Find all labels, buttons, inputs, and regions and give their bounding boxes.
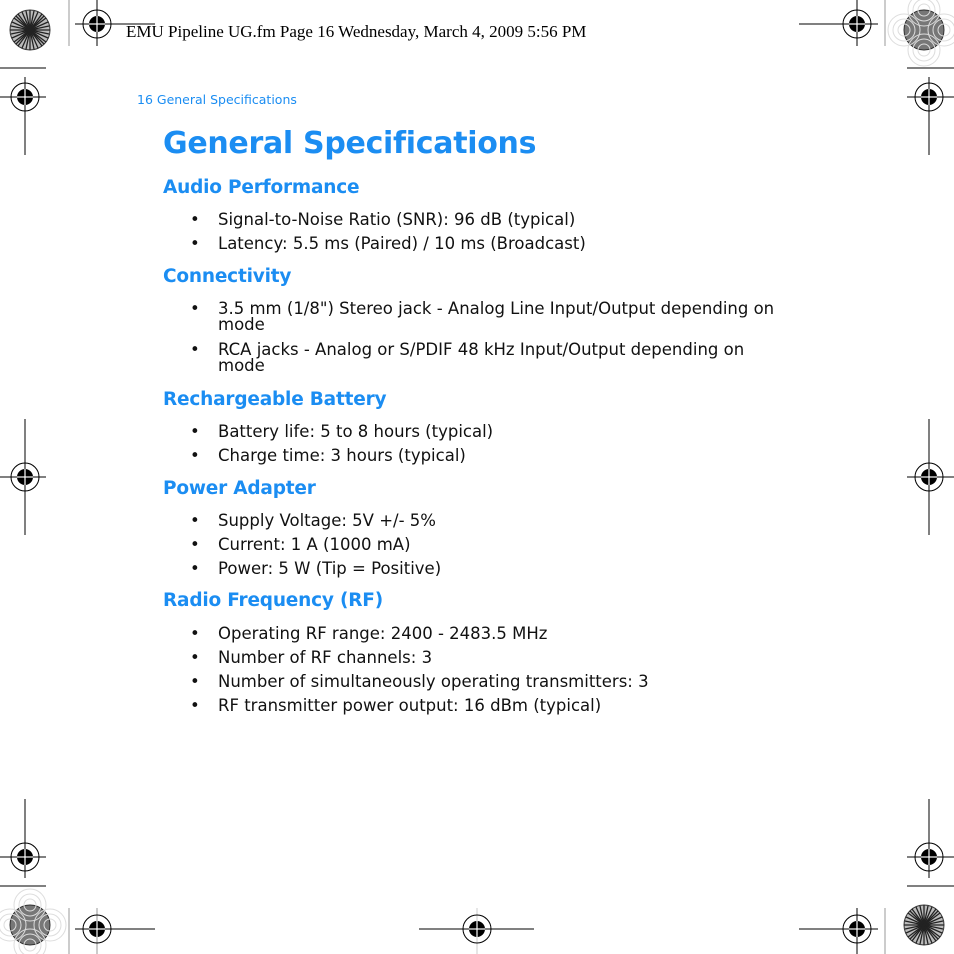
bullet-icon: • (190, 422, 200, 441)
list-item: • Number of RF channels: 3 (190, 648, 790, 667)
list-item: • RF transmitter power output: 16 dBm (t… (190, 696, 790, 715)
list-item: • Operating RF range: 2400 - 2483.5 MHz (190, 624, 790, 643)
list-item-text: Current: 1 A (1000 mA) (218, 535, 411, 554)
section-heading-audio-performance: Audio Performance (163, 177, 360, 198)
list-item: • RCA jacks - Analog or S/PDIF 48 kHz In… (190, 340, 790, 375)
list-item-text: Operating RF range: 2400 - 2483.5 MHz (218, 624, 548, 643)
moire-target-icon (0, 888, 67, 954)
list-item: • Power: 5 W (Tip = Positive) (190, 559, 790, 578)
print-slug: EMU Pipeline UG.fm Page 16 Wednesday, Ma… (126, 22, 587, 41)
list-item-text: RF transmitter power output: 16 dBm (typ… (218, 696, 602, 715)
bullet-icon: • (190, 446, 200, 465)
list-item-text: Power: 5 W (Tip = Positive) (218, 559, 442, 578)
bullet-icon: • (190, 210, 200, 229)
list-item: • Supply Voltage: 5V +/- 5% (190, 511, 790, 530)
bullet-icon: • (190, 696, 200, 715)
bullet-icon: • (190, 672, 200, 691)
list-item-text: 3.5 mm (1/8") Stereo jack - Analog Line … (218, 299, 775, 334)
star-target-icon (9, 9, 51, 51)
list-item-text: Number of simultaneously operating trans… (218, 672, 649, 691)
bullet-icon: • (190, 234, 200, 253)
bullet-icon: • (190, 535, 200, 554)
list-item-text: RCA jacks - Analog or S/PDIF 48 kHz Inpu… (218, 340, 745, 375)
list-item-text: Supply Voltage: 5V +/- 5% (218, 511, 436, 530)
bullet-icon: • (190, 648, 200, 667)
moire-target-icon (887, 0, 954, 67)
section-heading-connectivity: Connectivity (163, 266, 292, 287)
list-item-text: Battery life: 5 to 8 hours (typical) (218, 422, 494, 441)
list-item-text: Charge time: 3 hours (typical) (218, 446, 466, 465)
list-item: • Signal-to-Noise Ratio (SNR): 96 dB (ty… (190, 210, 790, 229)
list-item: • Battery life: 5 to 8 hours (typical) (190, 422, 790, 441)
list-item: • Current: 1 A (1000 mA) (190, 535, 790, 554)
page-title: General Specifications (163, 126, 537, 161)
section-heading-power-adapter: Power Adapter (163, 478, 316, 499)
list-item: • 3.5 mm (1/8") Stereo jack - Analog Lin… (190, 299, 790, 334)
list-item: • Latency: 5.5 ms (Paired) / 10 ms (Broa… (190, 234, 790, 253)
bullet-icon: • (190, 559, 200, 578)
running-header: 16 General Specifications (137, 92, 297, 107)
section-heading-rechargeable-battery: Rechargeable Battery (163, 389, 387, 410)
list-item-text: Latency: 5.5 ms (Paired) / 10 ms (Broadc… (218, 234, 586, 253)
section-heading-radio-frequency: Radio Frequency (RF) (163, 590, 383, 611)
list-item: • Number of simultaneously operating tra… (190, 672, 790, 691)
bullet-icon: • (190, 511, 200, 530)
list-item: • Charge time: 3 hours (typical) (190, 446, 790, 465)
star-target-icon (903, 904, 945, 946)
bullet-icon: • (190, 299, 200, 318)
list-item-text: Number of RF channels: 3 (218, 648, 433, 667)
list-item-text: Signal-to-Noise Ratio (SNR): 96 dB (typi… (218, 210, 576, 229)
bullet-icon: • (190, 340, 200, 359)
bullet-icon: • (190, 624, 200, 643)
